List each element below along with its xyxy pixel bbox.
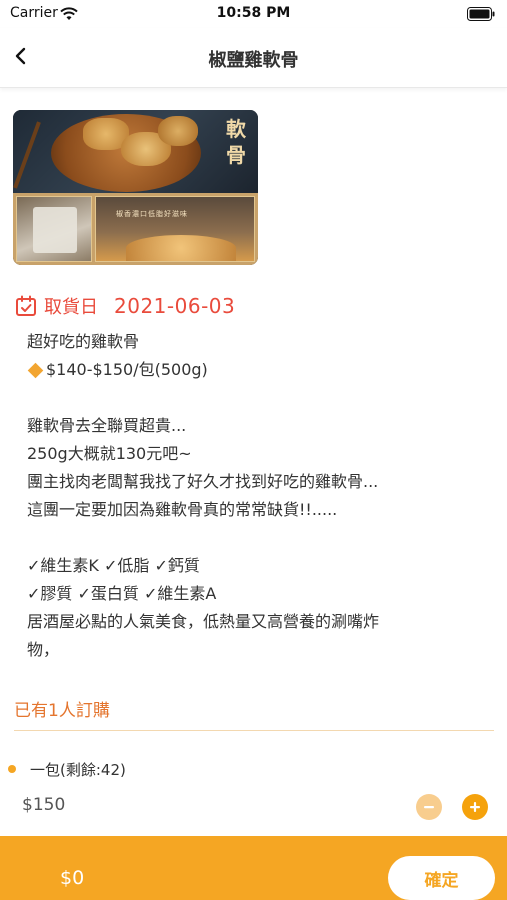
pickup-date-row: 取貨日 2021-06-03 xyxy=(14,292,235,320)
product-photo-main: 軟骨 xyxy=(13,110,258,193)
plus-icon xyxy=(469,798,481,817)
product-image-overlay-text: 軟骨 xyxy=(226,117,246,167)
page-title: 椒鹽雞軟骨 xyxy=(208,50,299,71)
description-price-text: $140-$150/包(500g) xyxy=(46,360,208,379)
description-line: 250g大概就130元吧~ xyxy=(27,444,192,463)
product-photo-strip: 椒香濃口低脂好滋味 xyxy=(13,193,258,265)
description-line: ✓膠質 ✓蛋白質 ✓維生素A xyxy=(27,584,217,603)
navigation-bar: 椒鹽雞軟骨 xyxy=(0,28,507,88)
increase-quantity-button[interactable] xyxy=(462,794,488,820)
description-line: 這團一定要加因為雞軟骨真的常常缺貨!!..... xyxy=(27,500,338,519)
description-line: 團主找肉老闆幫我找了好久才找到好吃的雞軟骨... xyxy=(27,472,379,491)
product-image[interactable]: 軟骨 椒香濃口低脂好滋味 xyxy=(13,110,258,265)
calendar-check-icon xyxy=(14,294,38,318)
description-line: 居酒屋必點的人氣美食，低熱量又高營養的涮嘴炸 xyxy=(27,612,380,631)
order-count-text: 已有1人訂購 xyxy=(14,701,110,721)
option-bullet-icon xyxy=(8,765,16,773)
description-line: 物， xyxy=(27,640,60,659)
diamond-icon xyxy=(27,362,44,378)
divider xyxy=(14,730,494,731)
status-bar: Carrier 10:58 PM xyxy=(0,0,507,28)
status-time: 10:58 PM xyxy=(216,5,291,21)
description-line: 雞軟骨去全聯買超貴... xyxy=(27,416,187,435)
checkout-bar: $0 確定 xyxy=(0,836,507,900)
total-price: $0 xyxy=(60,867,85,889)
minus-icon xyxy=(423,798,435,817)
battery-icon xyxy=(467,6,495,25)
option-label: 一包(剩餘:42) xyxy=(30,761,126,779)
option-price: $150 xyxy=(22,795,66,815)
confirm-button[interactable]: 確定 xyxy=(388,856,495,900)
description-price-line: $140-$150/包(500g) xyxy=(27,356,497,384)
pickup-date-value: 2021-06-03 xyxy=(114,294,236,318)
decrease-quantity-button[interactable] xyxy=(416,794,442,820)
pickup-date-label: 取貨日 xyxy=(44,297,98,318)
product-image-banner-text: 椒香濃口低脂好滋味 xyxy=(116,210,188,218)
description-line: 超好吃的雞軟骨 xyxy=(27,332,140,351)
product-description: 超好吃的雞軟骨 $140-$150/包(500g) 雞軟骨去全聯買超貴... 2… xyxy=(27,328,497,664)
description-line: ✓維生素K ✓低脂 ✓鈣質 xyxy=(27,556,200,575)
